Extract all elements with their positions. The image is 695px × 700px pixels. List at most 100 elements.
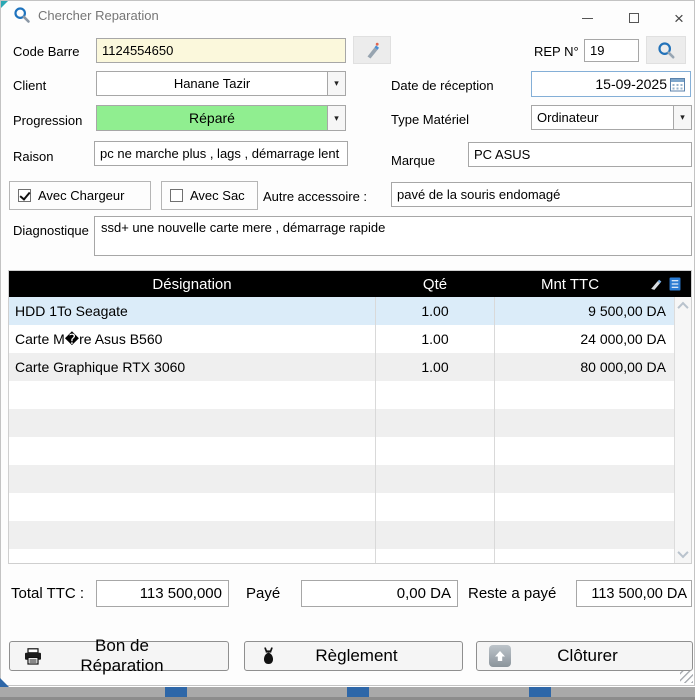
- raison-label: Raison: [13, 149, 53, 164]
- code-barre-label: Code Barre: [13, 44, 79, 59]
- magnifier-app-icon: [13, 6, 31, 24]
- money-bag-icon: [245, 647, 291, 666]
- cell-designation: [9, 465, 375, 493]
- printer-icon: [10, 648, 56, 665]
- cell-designation: Carte M�re Asus B560: [9, 325, 375, 353]
- cell-mnt-ttc: 24 000,00 DA: [495, 325, 674, 353]
- background-artifact: [0, 678, 9, 687]
- paye-field[interactable]: 0,00 DA: [301, 580, 458, 607]
- search-icon: [656, 40, 676, 60]
- scroll-down-button[interactable]: [675, 545, 691, 562]
- header-designation[interactable]: Désignation: [9, 271, 375, 297]
- cell-designation: Carte Graphique RTX 3060: [9, 353, 375, 381]
- cell-qte: [375, 465, 495, 493]
- minimize-button[interactable]: [570, 5, 604, 31]
- window-title: Chercher Reparation: [38, 8, 159, 23]
- table-row[interactable]: [9, 437, 674, 465]
- rep-n-input[interactable]: 19: [584, 39, 639, 62]
- progression-value: Réparé: [97, 106, 327, 130]
- avec-chargeur-group[interactable]: Avec Chargeur: [9, 181, 151, 210]
- resize-grip[interactable]: [680, 671, 693, 683]
- diagnostique-textarea[interactable]: ssd+ une nouvelle carte mere , démarrage…: [94, 216, 692, 256]
- total-ttc-field[interactable]: 113 500,000: [96, 580, 229, 607]
- table-row[interactable]: HDD 1To Seagate 1.00 9 500,00 DA: [9, 297, 674, 325]
- type-materiel-label: Type Matériel: [391, 112, 469, 127]
- window-frame: Chercher Reparation × Code Barre 1124554…: [0, 0, 695, 686]
- reglement-button[interactable]: Règlement: [244, 641, 463, 671]
- cell-mnt-ttc: [495, 493, 674, 521]
- header-qte[interactable]: Qté: [375, 271, 495, 297]
- bon-de-reparation-button[interactable]: Bon de Réparation: [9, 641, 229, 671]
- type-materiel-value: Ordinateur: [532, 106, 673, 129]
- chevron-down-icon[interactable]: ▾: [673, 106, 691, 129]
- cell-mnt-ttc: [495, 381, 674, 409]
- table-row[interactable]: [9, 521, 674, 549]
- progression-combobox[interactable]: Réparé ▾: [96, 105, 346, 131]
- cell-qte: [375, 437, 495, 465]
- cell-qte: [375, 493, 495, 521]
- type-materiel-combobox[interactable]: Ordinateur ▾: [531, 105, 692, 130]
- table-row[interactable]: [9, 465, 674, 493]
- date-reception-input[interactable]: 15-09-2025: [531, 71, 691, 97]
- calendar-icon[interactable]: [670, 77, 685, 92]
- avec-sac-group[interactable]: Avec Sac: [161, 181, 258, 210]
- autre-accessoire-input[interactable]: pavé de la souris endomagé: [391, 182, 692, 207]
- edit-pen-button[interactable]: [353, 36, 391, 64]
- code-barre-input[interactable]: 1124554650: [96, 38, 346, 63]
- items-table: Désignation Qté Mnt TTC HDD 1To Seagate …: [8, 270, 692, 564]
- cell-designation: [9, 437, 375, 465]
- client-value: Hanane Tazir: [97, 72, 327, 95]
- table-row[interactable]: [9, 409, 674, 437]
- chevron-down-icon[interactable]: ▾: [327, 72, 345, 95]
- cell-mnt-ttc: [495, 437, 674, 465]
- maximize-button[interactable]: [617, 5, 651, 31]
- filter-list-icon[interactable]: [669, 271, 681, 297]
- cell-qte: [375, 381, 495, 409]
- raison-input[interactable]: pc ne marche plus , lags , démarrage len…: [94, 141, 348, 166]
- cell-qte: 1.00: [375, 353, 495, 381]
- table-row[interactable]: Carte M�re Asus B560 1.00 24 000,00 DA: [9, 325, 674, 353]
- cell-designation: [9, 521, 375, 549]
- rep-n-label: REP N°: [534, 44, 579, 59]
- close-icon: ×: [674, 10, 684, 27]
- cell-qte: [375, 549, 495, 563]
- cell-qte: 1.00: [375, 297, 495, 325]
- cloturer-label: Clôturer: [523, 646, 692, 666]
- chevron-up-icon: [677, 301, 688, 312]
- client-combobox[interactable]: Hanane Tazir ▾: [96, 71, 346, 96]
- pen-icon[interactable]: [649, 271, 663, 297]
- table-row[interactable]: [9, 493, 674, 521]
- marque-label: Marque: [391, 153, 435, 168]
- avec-sac-checkbox[interactable]: [170, 189, 183, 202]
- table-row[interactable]: Carte Graphique RTX 3060 1.00 80 000,00 …: [9, 353, 674, 381]
- paye-label: Payé: [246, 585, 280, 602]
- reste-a-paye-field[interactable]: 113 500,00 DA: [576, 580, 692, 607]
- cell-mnt-ttc: [495, 549, 674, 563]
- cell-designation: [9, 493, 375, 521]
- chevron-down-icon[interactable]: ▾: [327, 106, 345, 130]
- reglement-label: Règlement: [291, 646, 462, 666]
- progression-label: Progression: [13, 113, 82, 128]
- date-reception-value: 15-09-2025: [595, 76, 667, 92]
- table-row[interactable]: [9, 381, 674, 409]
- cloturer-button[interactable]: Clôturer: [476, 641, 693, 671]
- marque-input[interactable]: PC ASUS: [468, 142, 692, 167]
- arrow-up-icon: [477, 645, 523, 667]
- total-ttc-label: Total TTC :: [11, 585, 84, 602]
- cell-qte: 1.00: [375, 325, 495, 353]
- bon-de-reparation-label: Bon de Réparation: [56, 636, 228, 676]
- chevron-down-icon: [677, 546, 688, 557]
- minimize-icon: [582, 18, 593, 19]
- rep-search-button[interactable]: [646, 36, 686, 64]
- diagnostique-label: Diagnostique: [13, 223, 89, 238]
- header-mnt-ttc[interactable]: Mnt TTC: [495, 271, 645, 297]
- maximize-icon: [629, 13, 639, 23]
- avec-chargeur-checkbox[interactable]: [18, 189, 31, 202]
- scroll-up-button[interactable]: [675, 297, 691, 314]
- edit-pen-icon: [362, 40, 382, 60]
- table-row[interactable]: [9, 549, 674, 563]
- cell-designation: [9, 381, 375, 409]
- cell-designation: [9, 409, 375, 437]
- close-button[interactable]: ×: [662, 5, 695, 31]
- vertical-scrollbar[interactable]: [674, 297, 691, 563]
